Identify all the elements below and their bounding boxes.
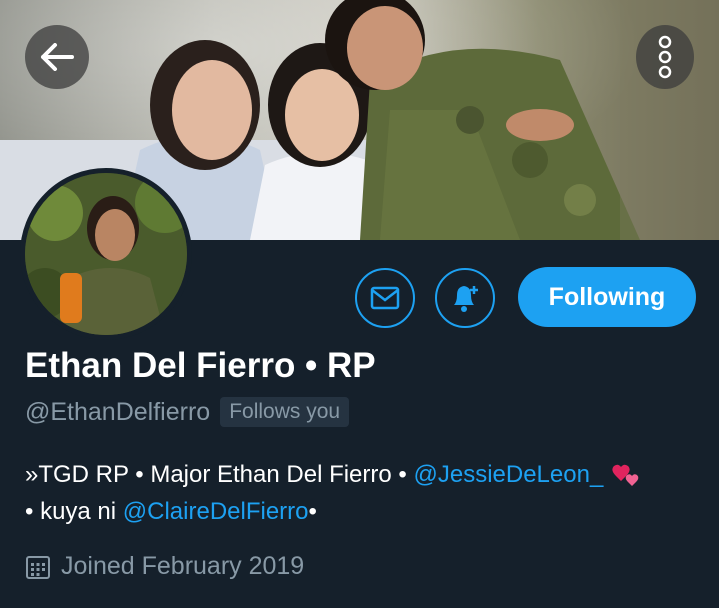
- calendar-icon: [26, 555, 50, 579]
- notifications-button[interactable]: [435, 268, 495, 328]
- avatar-photo: [25, 173, 187, 335]
- profile-avatar[interactable]: [20, 168, 192, 340]
- bio-text: • kuya ni: [25, 498, 123, 525]
- revolving-hearts-icon: [612, 464, 639, 486]
- bell-plus-icon: [454, 286, 478, 312]
- display-name: Ethan Del Fierro • RP: [25, 346, 376, 385]
- profile-bio: »TGD RP • Major Ethan Del Fierro • @Jess…: [25, 456, 705, 530]
- arrow-left-icon: [41, 43, 74, 71]
- more-vertical-icon: [658, 35, 672, 79]
- bio-text: •: [308, 498, 317, 525]
- message-button[interactable]: [355, 268, 415, 328]
- mention-link[interactable]: @JessieDeLeon_: [413, 461, 603, 488]
- mention-link[interactable]: @ClaireDelFierro: [123, 498, 309, 525]
- bio-text: »TGD RP • Major Ethan Del Fierro •: [25, 461, 414, 488]
- username-handle: @EthanDelfierro: [25, 397, 211, 426]
- joined-date: Joined February 2019: [61, 552, 305, 580]
- following-button[interactable]: Following: [518, 267, 696, 327]
- bio-space: [603, 461, 610, 488]
- joined-row: Joined February 2019: [25, 552, 304, 581]
- back-button[interactable]: [25, 25, 89, 89]
- follows-you-badge: Follows you: [220, 397, 350, 427]
- more-options-button[interactable]: [636, 25, 694, 89]
- envelope-icon: [370, 286, 400, 310]
- handle-row: @EthanDelfierro Follows you: [25, 397, 350, 427]
